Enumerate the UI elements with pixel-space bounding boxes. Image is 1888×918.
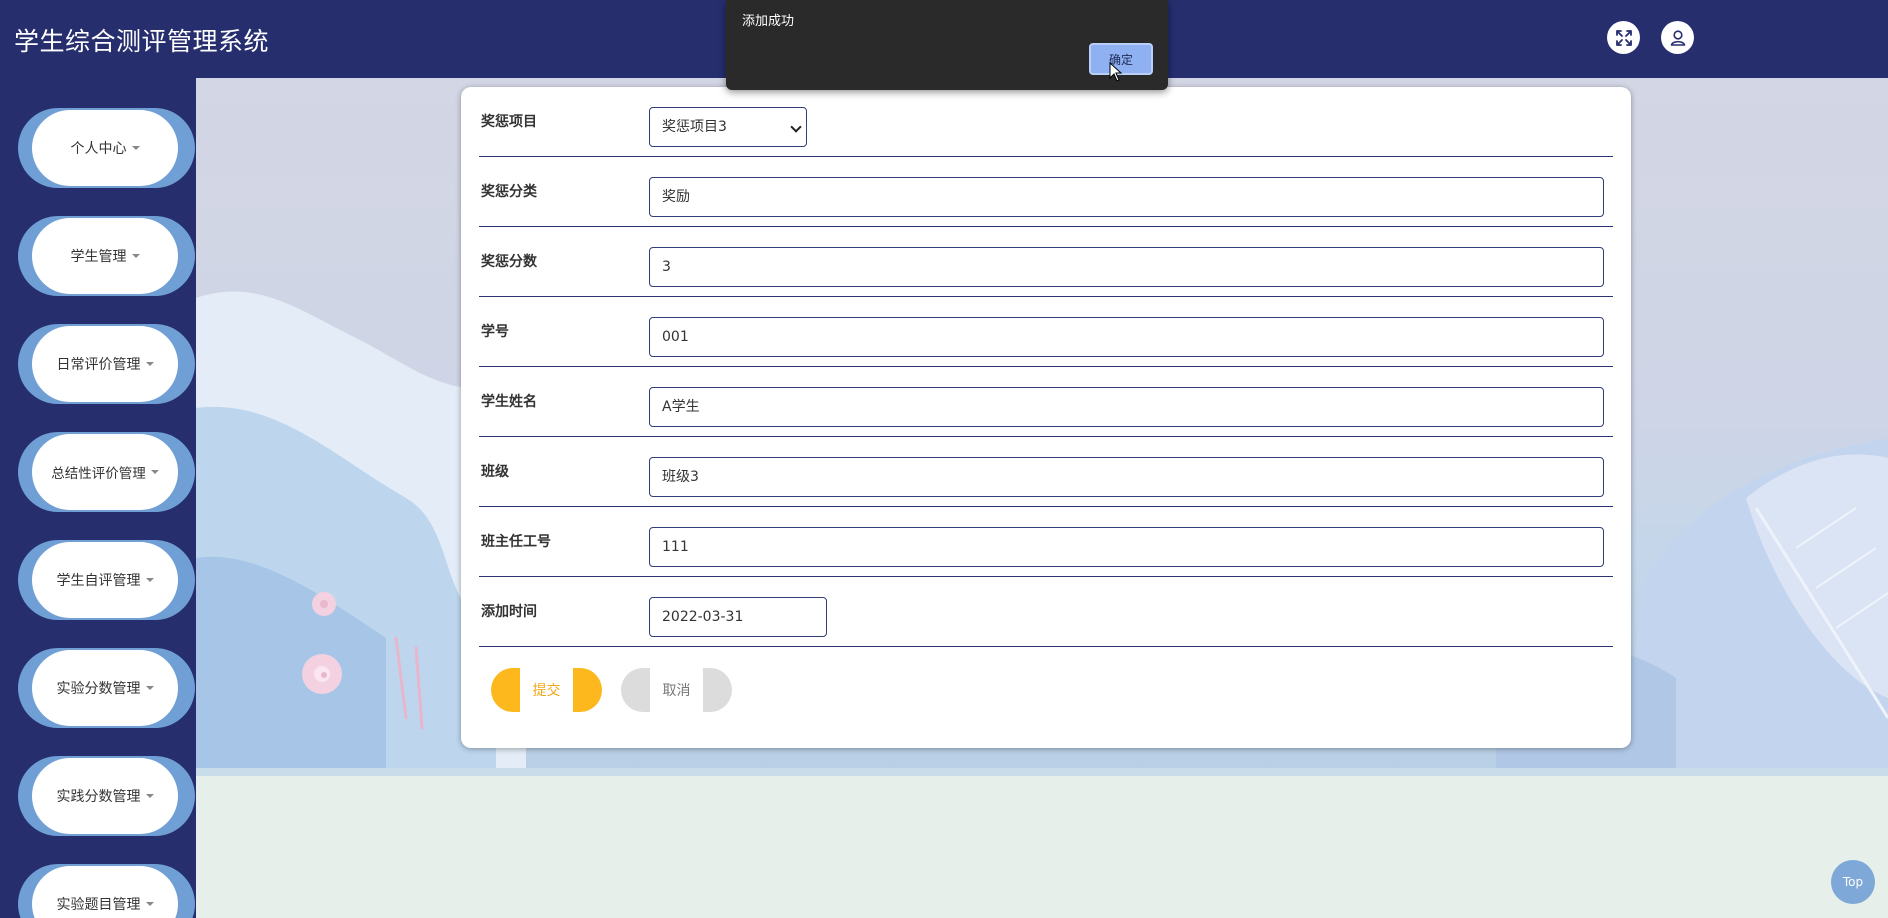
sidebar-item-self-evaluation[interactable]: 学生自评管理 bbox=[18, 540, 195, 620]
caret-down-icon bbox=[145, 578, 154, 582]
caret-down-icon bbox=[150, 470, 159, 474]
form-row-added-time: 添加时间 2022-03-31 bbox=[479, 577, 1613, 647]
sidebar-item-label: 学生自评管理 bbox=[56, 573, 141, 589]
sidebar-item-label: 实验题目管理 bbox=[56, 897, 141, 913]
cancel-button[interactable]: 取消 bbox=[621, 668, 732, 712]
student-no-input[interactable]: 001 bbox=[649, 317, 1604, 357]
sidebar-item-label: 日常评价管理 bbox=[56, 357, 141, 373]
user-button[interactable] bbox=[1661, 21, 1694, 54]
sidebar-item-label: 总结性评价管理 bbox=[51, 466, 146, 482]
sidebar-item-label: 实验分数管理 bbox=[56, 681, 141, 697]
added-time-label: 添加时间 bbox=[481, 604, 537, 620]
form-row-class: 班级 班级3 bbox=[479, 437, 1613, 507]
category-input[interactable]: 奖励 bbox=[649, 177, 1604, 217]
sidebar-item-daily-evaluation[interactable]: 日常评价管理 bbox=[18, 324, 195, 404]
project-select-value: 奖惩项目3 bbox=[662, 119, 727, 135]
sidebar-item-experiment-topics[interactable]: 实验题目管理 bbox=[18, 864, 195, 918]
caret-down-icon bbox=[145, 362, 154, 366]
reward-punishment-form: 奖惩项目 奖惩项目3 奖惩分类 奖励 奖惩分数 3 学号 001 学生姓名 A学… bbox=[461, 87, 1631, 748]
caret-down-icon bbox=[131, 254, 140, 258]
cancel-button-label: 取消 bbox=[650, 668, 703, 712]
sidebar-item-label: 学生管理 bbox=[70, 249, 127, 265]
sidebar-item-experiment-score[interactable]: 实验分数管理 bbox=[18, 648, 195, 728]
project-label: 奖惩项目 bbox=[481, 114, 537, 130]
alert-dialog: 添加成功 确定 bbox=[726, 0, 1168, 90]
sidebar-item-practice-score[interactable]: 实践分数管理 bbox=[18, 756, 195, 836]
mouse-cursor-icon bbox=[1109, 62, 1123, 82]
sidebar-item-label: 个人中心 bbox=[70, 141, 127, 157]
sidebar-item-student-management[interactable]: 学生管理 bbox=[18, 216, 195, 296]
caret-down-icon bbox=[145, 686, 154, 690]
submit-button[interactable]: 提交 bbox=[491, 668, 602, 712]
chevron-down-icon bbox=[790, 121, 802, 133]
form-row-student-name: 学生姓名 A学生 bbox=[479, 367, 1613, 437]
teacher-no-label: 班主任工号 bbox=[481, 534, 551, 550]
fullscreen-icon bbox=[1615, 29, 1632, 46]
caret-down-icon bbox=[145, 794, 154, 798]
caret-down-icon bbox=[145, 902, 154, 906]
score-label: 奖惩分数 bbox=[481, 254, 537, 270]
sidebar: 个人中心 学生管理 日常评价管理 总结性评价管理 学生自评管理 实验分数管理 实… bbox=[0, 78, 196, 918]
fullscreen-button[interactable] bbox=[1607, 21, 1640, 54]
app-title: 学生综合测评管理系统 bbox=[14, 27, 270, 56]
sidebar-item-personal-center[interactable]: 个人中心 bbox=[18, 108, 195, 188]
caret-down-icon bbox=[131, 146, 140, 150]
project-select[interactable]: 奖惩项目3 bbox=[649, 107, 807, 147]
class-label: 班级 bbox=[481, 464, 509, 480]
back-to-top-button[interactable]: Top bbox=[1831, 860, 1875, 904]
user-icon bbox=[1670, 29, 1685, 46]
student-name-input[interactable]: A学生 bbox=[649, 387, 1604, 427]
score-input[interactable]: 3 bbox=[649, 247, 1604, 287]
form-row-teacher-no: 班主任工号 111 bbox=[479, 507, 1613, 577]
student-no-label: 学号 bbox=[481, 324, 509, 340]
sidebar-item-label: 实践分数管理 bbox=[56, 789, 141, 805]
student-name-label: 学生姓名 bbox=[481, 394, 537, 410]
submit-button-label: 提交 bbox=[520, 668, 573, 712]
class-input[interactable]: 班级3 bbox=[649, 457, 1604, 497]
sidebar-item-summative-evaluation[interactable]: 总结性评价管理 bbox=[18, 432, 195, 512]
form-row-category: 奖惩分类 奖励 bbox=[479, 157, 1613, 227]
category-label: 奖惩分类 bbox=[481, 184, 537, 200]
form-row-score: 奖惩分数 3 bbox=[479, 227, 1613, 297]
form-row-project: 奖惩项目 奖惩项目3 bbox=[479, 87, 1613, 157]
added-time-input[interactable]: 2022-03-31 bbox=[649, 597, 827, 637]
teacher-no-input[interactable]: 111 bbox=[649, 527, 1604, 567]
alert-message: 添加成功 bbox=[742, 14, 795, 29]
form-row-student-no: 学号 001 bbox=[479, 297, 1613, 367]
